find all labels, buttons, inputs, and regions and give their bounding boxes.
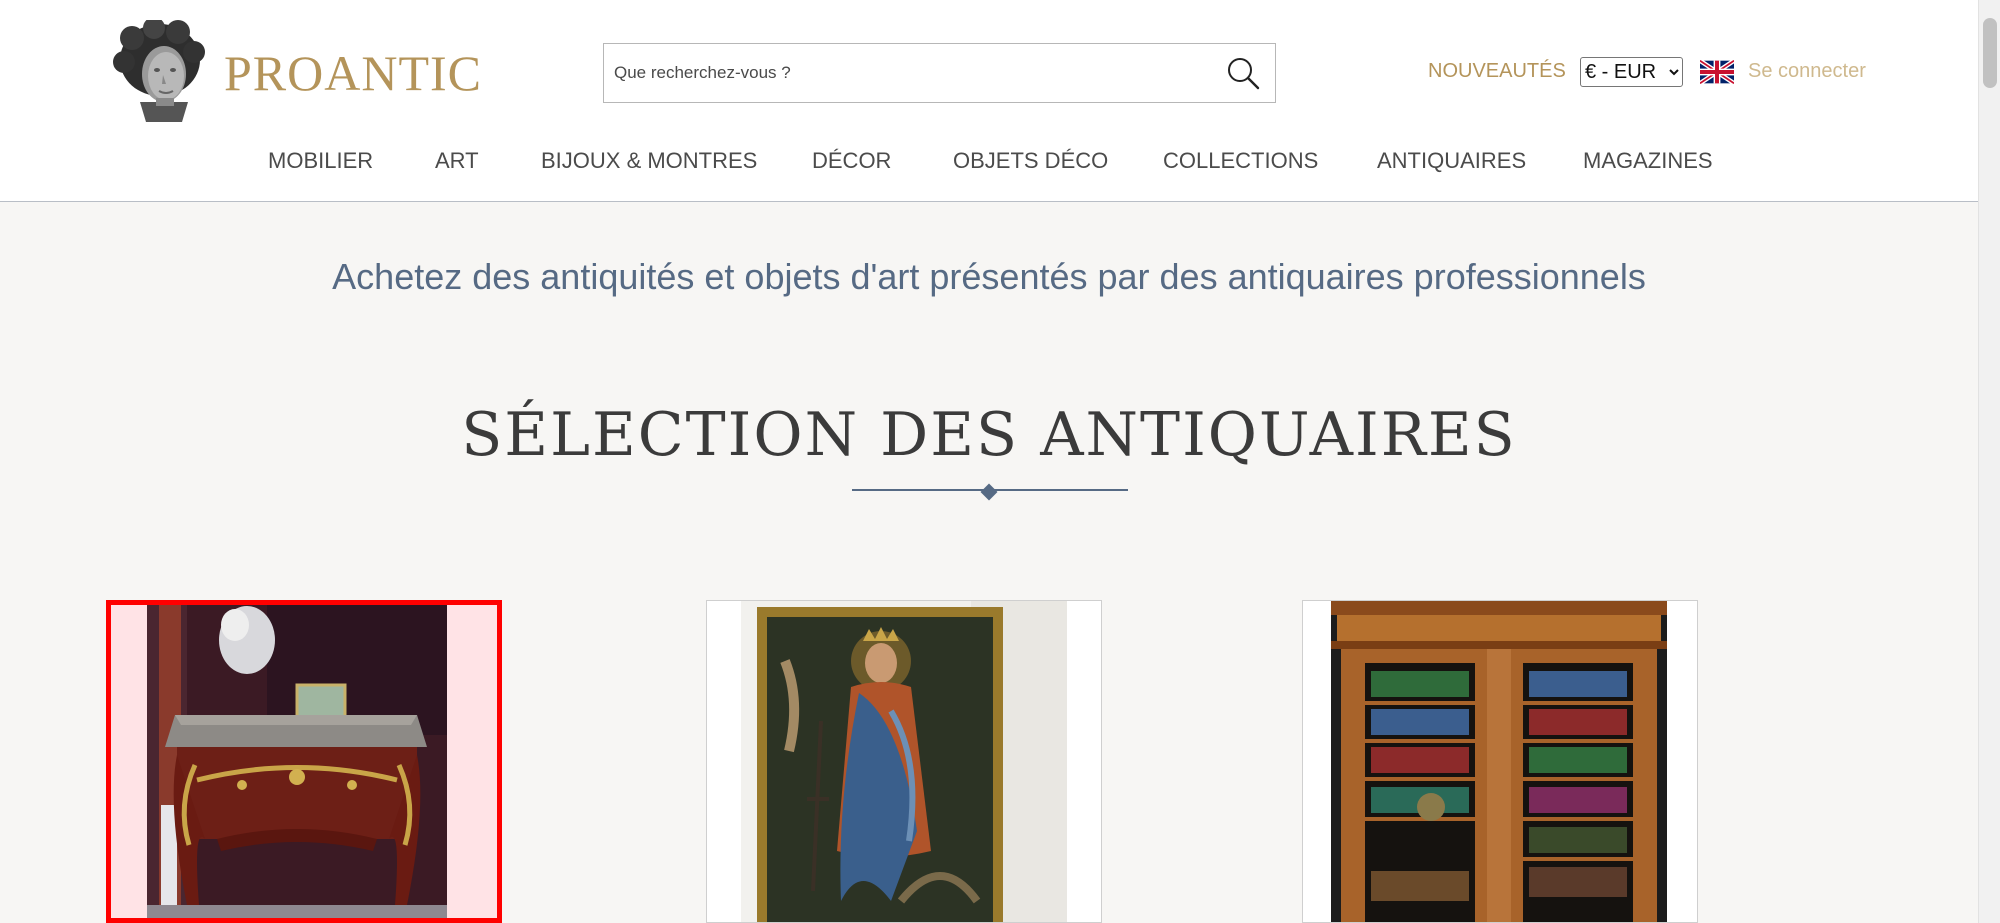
scrollbar-thumb[interactable] xyxy=(1983,18,1997,88)
logo-text[interactable]: PROANTIC xyxy=(224,44,482,102)
product-card-bookcase[interactable] xyxy=(1302,600,1698,923)
site-header: PROANTIC NOUVEAUTÉS € - EUR Se connecter… xyxy=(0,0,1978,202)
search-box xyxy=(603,43,1276,103)
product-image-commode[interactable] xyxy=(147,605,447,923)
nav-item-objets-deco[interactable]: OBJETS DÉCO xyxy=(953,148,1108,174)
nav-item-decor[interactable]: DÉCOR xyxy=(812,148,891,174)
product-image-bookcase[interactable] xyxy=(1331,601,1667,923)
tagline: Achetez des antiquités et objets d'art p… xyxy=(332,256,1646,297)
main-nav: MOBILIER ART BIJOUX & MONTRES DÉCOR OBJE… xyxy=(0,148,1978,178)
page: PROANTIC NOUVEAUTÉS € - EUR Se connecter… xyxy=(0,0,1978,923)
title-diamond-ornament xyxy=(980,483,998,501)
currency-select[interactable]: € - EUR xyxy=(1580,57,1683,87)
logo-bust-icon[interactable] xyxy=(110,20,210,122)
nav-item-magazines[interactable]: MAGAZINES xyxy=(1583,148,1713,174)
product-image-painting[interactable] xyxy=(741,601,1067,923)
nav-item-art[interactable]: ART xyxy=(435,148,479,174)
product-card-commode[interactable] xyxy=(106,600,502,923)
nav-item-antiquaires[interactable]: ANTIQUAIRES xyxy=(1377,148,1526,174)
search-input[interactable] xyxy=(614,44,1204,102)
vertical-scrollbar[interactable] xyxy=(1978,0,2000,923)
nouveautes-link[interactable]: NOUVEAUTÉS xyxy=(1428,60,1566,83)
search-icon[interactable] xyxy=(1225,55,1261,91)
login-link[interactable]: Se connecter xyxy=(1748,60,1866,83)
product-card-painting[interactable] xyxy=(706,600,1102,923)
nav-item-mobilier[interactable]: MOBILIER xyxy=(268,148,373,174)
nav-item-collections[interactable]: COLLECTIONS xyxy=(1163,148,1318,174)
uk-flag-icon[interactable] xyxy=(1700,60,1734,84)
nav-item-bijoux-montres[interactable]: BIJOUX & MONTRES xyxy=(541,148,757,174)
section-title: SÉLECTION DES ANTIQUAIRES xyxy=(461,400,1517,470)
